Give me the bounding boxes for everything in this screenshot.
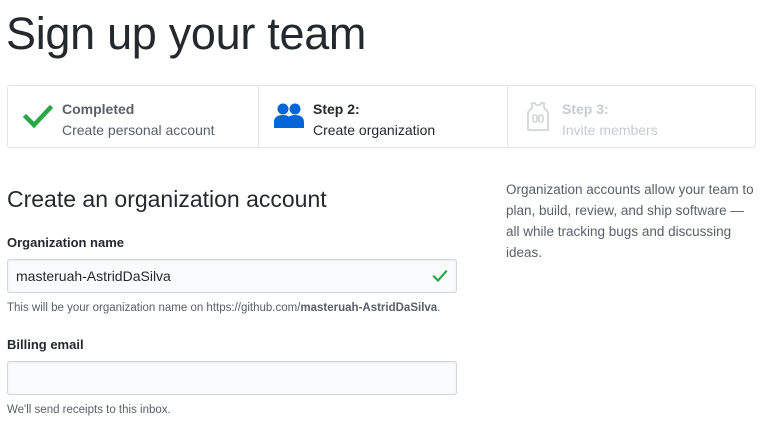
check-icon bbox=[22, 104, 54, 129]
org-name-note-prefix: This will be your organization name on h… bbox=[7, 302, 301, 314]
step-current: Step 2: Create organization bbox=[258, 86, 507, 147]
billing-email-label: Billing email bbox=[7, 337, 84, 352]
people-icon bbox=[274, 103, 304, 128]
signup-team-page: Sign up your team Completed Create perso… bbox=[0, 0, 770, 425]
org-form: Create an organization account Organizat… bbox=[7, 183, 457, 418]
step-title: Completed bbox=[62, 101, 135, 117]
page-title: Sign up your team bbox=[6, 8, 367, 59]
org-name-note: This will be your organization name on h… bbox=[7, 300, 457, 316]
org-name-note-suffix: . bbox=[437, 302, 441, 314]
step-title: Step 2: bbox=[313, 101, 360, 117]
billing-email-field-wrap bbox=[7, 361, 457, 395]
org-name-note-name: masteruah-AstridDaSilva bbox=[300, 302, 438, 314]
org-accounts-description: Organization accounts allow your team to… bbox=[506, 182, 754, 260]
jersey-icon bbox=[527, 102, 549, 131]
signup-steps: Completed Create personal account Step 2… bbox=[7, 85, 756, 148]
billing-email-input[interactable] bbox=[7, 361, 457, 395]
billing-email-note: We'll send receipts to this inbox. bbox=[7, 404, 171, 416]
step-title: Step 3: bbox=[562, 101, 609, 117]
step-upcoming: Step 3: Invite members bbox=[507, 86, 755, 147]
org-name-input[interactable] bbox=[7, 259, 457, 293]
org-name-label: Organization name bbox=[7, 235, 125, 250]
step-completed: Completed Create personal account bbox=[8, 86, 258, 147]
form-heading: Create an organization account bbox=[7, 186, 327, 212]
step-subtitle: Create personal account bbox=[62, 122, 215, 138]
step-subtitle: Create organization bbox=[313, 122, 436, 138]
valid-check-icon bbox=[432, 269, 448, 283]
org-name-field-wrap bbox=[7, 259, 457, 293]
step-subtitle: Invite members bbox=[562, 122, 658, 138]
